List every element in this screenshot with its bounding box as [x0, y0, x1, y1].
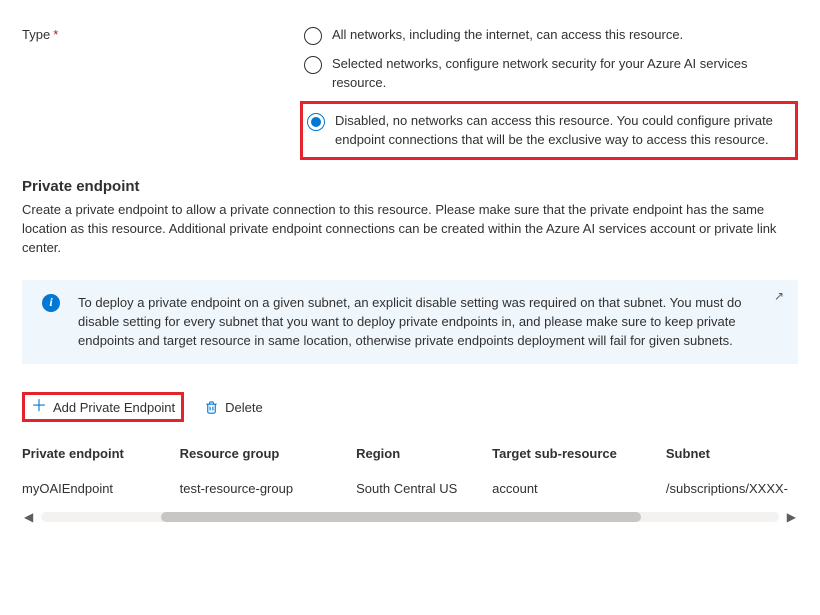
info-box: i ↗ To deploy a private endpoint on a gi…	[22, 280, 798, 365]
chevron-left-icon[interactable]: ◀	[24, 510, 33, 524]
external-link-icon[interactable]: ↗	[774, 288, 784, 305]
type-option-selected-networks[interactable]: Selected networks, configure network sec…	[300, 53, 798, 95]
type-label: Type*	[22, 24, 292, 160]
delete-label: Delete	[225, 400, 263, 415]
col-subnet[interactable]: Subnet	[666, 436, 798, 471]
scroll-track[interactable]	[41, 512, 779, 522]
info-text: To deploy a private endpoint on a given …	[78, 295, 741, 348]
trash-icon	[204, 400, 219, 415]
type-option-label: All networks, including the internet, ca…	[332, 26, 683, 45]
table-row[interactable]: myOAIEndpoint test-resource-group South …	[22, 471, 798, 506]
info-icon: i	[42, 294, 60, 312]
col-private-endpoint[interactable]: Private endpoint	[22, 436, 180, 471]
add-private-endpoint-button[interactable]: ＋ Add Private Endpoint	[22, 392, 184, 422]
radio-icon	[304, 27, 322, 45]
cell-subnet: /subscriptions/XXXX-	[666, 471, 798, 506]
type-option-disabled[interactable]: Disabled, no networks can access this re…	[300, 101, 798, 161]
type-option-label: Selected networks, configure network sec…	[332, 55, 794, 93]
private-endpoint-title: Private endpoint	[22, 178, 798, 195]
chevron-right-icon[interactable]: ▶	[787, 510, 796, 524]
type-option-all-networks[interactable]: All networks, including the internet, ca…	[300, 24, 798, 47]
cell-resource-group: test-resource-group	[180, 471, 356, 506]
radio-icon	[304, 56, 322, 74]
horizontal-scrollbar[interactable]: ◀ ▶	[22, 510, 798, 524]
cell-private-endpoint: myOAIEndpoint	[22, 471, 180, 506]
col-resource-group[interactable]: Resource group	[180, 436, 356, 471]
delete-button[interactable]: Delete	[198, 396, 269, 419]
add-label: Add Private Endpoint	[53, 400, 175, 415]
private-endpoint-description: Create a private endpoint to allow a pri…	[22, 201, 798, 258]
cell-target-sub: account	[492, 471, 666, 506]
plus-icon: ＋	[31, 399, 47, 415]
col-region[interactable]: Region	[356, 436, 492, 471]
endpoint-table: Private endpoint Resource group Region T…	[22, 436, 798, 506]
col-target-sub[interactable]: Target sub-resource	[492, 436, 666, 471]
cell-region: South Central US	[356, 471, 492, 506]
scroll-thumb[interactable]	[161, 512, 641, 522]
type-radio-group: All networks, including the internet, ca…	[300, 24, 798, 160]
type-option-label: Disabled, no networks can access this re…	[335, 112, 791, 150]
endpoint-table-wrap: Private endpoint Resource group Region T…	[22, 436, 798, 506]
radio-icon	[307, 113, 325, 131]
